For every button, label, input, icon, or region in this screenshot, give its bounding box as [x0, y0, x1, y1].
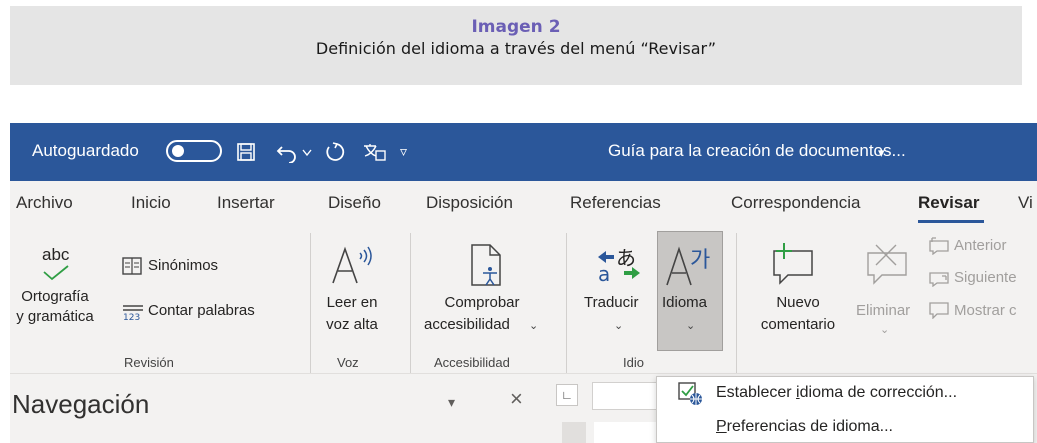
new-comment-icon	[773, 243, 813, 285]
previous-label: Anterior	[954, 237, 1007, 254]
spelling-label-2: y gramática	[16, 308, 94, 325]
tab-referencias[interactable]: Referencias	[570, 192, 661, 214]
svg-text:あ: あ	[616, 246, 636, 270]
show-comments-icon	[929, 302, 949, 319]
translate-icon: a あ	[598, 246, 640, 283]
vertical-ruler	[562, 422, 586, 443]
tab-insertar[interactable]: Insertar	[217, 192, 275, 214]
menu-item-label: Preferencias de idioma...	[716, 418, 893, 435]
group-separator	[310, 233, 311, 373]
menu-item-language-preferences[interactable]: Preferencias de idioma...	[657, 411, 1033, 442]
translate-chevron-icon: ⌄	[614, 320, 624, 332]
proofing-language-icon	[678, 382, 702, 405]
navigation-options-icon[interactable]: ▾	[448, 394, 455, 411]
navigation-title: Navegación	[12, 389, 150, 419]
next-label: Siguiente	[954, 269, 1017, 286]
title-bar: Autoguardado ▿ Guía para la creación de …	[10, 123, 1037, 181]
accessibility-label-2: accesibilidad	[424, 316, 510, 333]
group-label-voice: Voz	[337, 355, 359, 370]
ribbon-tabs: Archivo Inicio Insertar Diseño Disposici…	[10, 181, 1037, 223]
language-icon: 가	[666, 246, 710, 286]
spelling-icon-text: abc	[42, 245, 70, 264]
accessibility-chevron-icon: ⌄	[529, 320, 539, 332]
new-comment-label-1: Nuevo	[776, 294, 820, 311]
customize-qat-icon[interactable]: ▿	[400, 139, 407, 163]
delete-comment-icon	[867, 244, 907, 285]
accessibility-label-1: Comprobar	[444, 294, 520, 311]
word-count-icon: 123	[123, 305, 143, 321]
group-separator	[410, 233, 411, 373]
group-separator	[566, 233, 567, 373]
translate-label: Traducir	[584, 294, 639, 311]
svg-text:가: 가	[690, 248, 710, 273]
close-icon[interactable]: ×	[510, 386, 523, 412]
group-label-revision: Revisión	[124, 355, 174, 370]
undo-icon[interactable]	[276, 141, 298, 163]
language-label: Idioma	[662, 294, 708, 311]
checkmark-icon	[43, 265, 69, 281]
thesaurus-icon	[122, 257, 142, 275]
tab-disposicion[interactable]: Disposición	[426, 192, 513, 214]
tab-archivo[interactable]: Archivo	[16, 192, 73, 214]
word-count-label: Contar palabras	[148, 302, 255, 319]
delete-label: Eliminar	[856, 302, 911, 319]
read-aloud-icon	[332, 246, 372, 284]
caption-title: Definición del idioma a través del menú …	[315, 39, 717, 58]
title-dropdown-icon[interactable]: ▾	[878, 141, 885, 165]
read-aloud-label-1: Leer en	[326, 294, 378, 311]
tab-inicio[interactable]: Inicio	[131, 192, 171, 214]
next-comment-icon	[929, 272, 949, 287]
new-comment-label-2: comentario	[760, 316, 836, 333]
save-icon[interactable]	[236, 142, 256, 162]
delete-chevron-icon: ⌄	[880, 324, 890, 336]
tab-revisar[interactable]: Revisar	[918, 192, 979, 214]
toggle-knob	[172, 145, 184, 157]
group-label-accessibility: Accesibilidad	[434, 355, 510, 370]
autosave-label: Autoguardado	[32, 141, 139, 160]
show-label: Mostrar c	[954, 302, 1017, 319]
touch-mode-icon[interactable]	[362, 142, 386, 162]
tab-vista[interactable]: Vi	[1018, 192, 1033, 214]
language-chevron-icon: ⌄	[686, 320, 696, 332]
ribbon: abc Ortografía y gramática Sinónimos 123	[10, 223, 1037, 373]
language-dropdown-menu: Establecer idioma de corrección... Prefe…	[656, 376, 1034, 443]
tab-diseno[interactable]: Diseño	[328, 192, 381, 214]
spelling-label-1: Ortografía	[21, 288, 89, 305]
tab-correspondencia[interactable]: Correspondencia	[731, 192, 860, 214]
thesaurus-label: Sinónimos	[148, 257, 219, 274]
figure-caption: Imagen 2 Definición del idioma a través …	[10, 6, 1022, 85]
redo-icon[interactable]	[324, 141, 346, 163]
menu-item-set-proofing-language[interactable]: Establecer idioma de corrección...	[657, 377, 1033, 409]
document-title[interactable]: Guía para la creación de documentos...	[608, 139, 906, 163]
tab-selector-icon[interactable]: ∟	[556, 384, 578, 406]
accessibility-icon	[471, 244, 501, 286]
group-label-language: Idio	[623, 355, 644, 370]
group-separator	[736, 233, 737, 373]
caption-label: Imagen 2	[471, 17, 561, 37]
autosave-toggle[interactable]	[166, 140, 222, 162]
previous-comment-icon	[929, 237, 949, 255]
menu-item-label: Establecer idioma de corrección...	[716, 384, 958, 401]
svg-text:a: a	[598, 262, 610, 283]
undo-dropdown-icon[interactable]	[302, 149, 312, 157]
read-aloud-label-2: voz alta	[326, 316, 378, 333]
svg-text:123: 123	[123, 313, 140, 321]
